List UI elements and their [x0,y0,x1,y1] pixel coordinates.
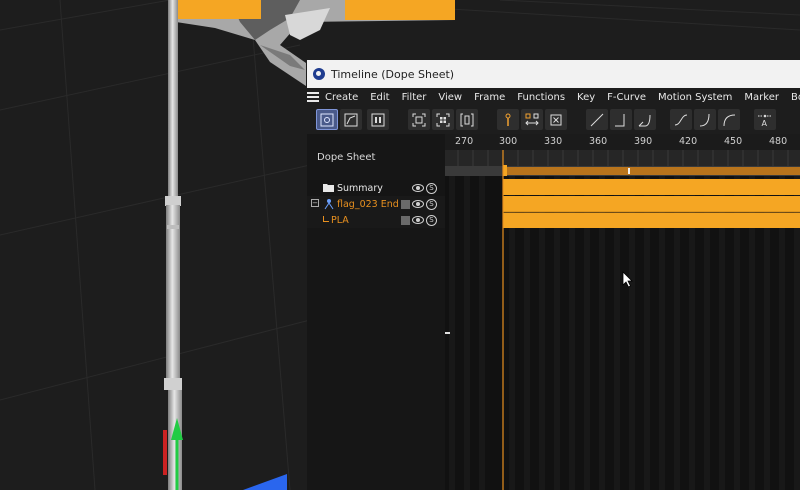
window-title: Timeline (Dope Sheet) [331,67,455,81]
joint-object-icon [324,199,334,210]
dope-sheet-tracks[interactable] [445,150,800,490]
eye-icon[interactable] [412,184,424,192]
spline-interpolation-button[interactable] [670,109,692,130]
key-insert-button[interactable] [497,109,519,130]
ruler-tick-label: 330 [544,136,563,147]
tree-row-object[interactable]: − flag_023 End S [307,196,445,212]
dope-sheet-mode-button[interactable] [316,109,338,130]
ruler-tick-label: 390 [634,136,653,147]
solo-icon[interactable]: S [426,214,437,226]
screen: Timeline (Dope Sheet) Create Edit Filter… [0,0,800,490]
row-controls: S [401,198,437,210]
motion-mode-button[interactable] [367,109,389,130]
collapse-toggle-icon[interactable]: − [311,199,319,207]
app-logo-icon [313,68,325,80]
step-interpolation-button[interactable] [610,109,632,130]
frame-ruler[interactable]: 270 300 330 360 390 420 450 480 [445,134,800,150]
spline-icon [674,114,688,125]
motion-mode-icon [371,113,385,126]
f-curve-mode-button[interactable] [340,109,362,130]
dope-sheet-panel: Dope Sheet Summary S − flag_023 End S PL… [307,134,445,490]
range-start-handle [503,165,507,177]
menu-edit[interactable]: Edit [364,92,395,103]
range-marker [628,168,630,174]
frame-selected-button[interactable] [432,109,454,130]
frame-all-button[interactable] [408,109,430,130]
step-icon [615,113,625,126]
key-delete-button[interactable] [545,109,567,130]
key-scale-button[interactable] [521,109,543,130]
menu-frame[interactable]: Frame [468,92,511,103]
ease-out-button[interactable] [694,109,716,130]
dope-sheet-mode-icon [320,113,334,126]
key-scale-icon [525,113,539,125]
ruler-tick-label: 360 [589,136,608,147]
menu-filter[interactable]: Filter [396,92,433,103]
menu-view[interactable]: View [432,92,468,103]
frame-preview-button[interactable] [456,109,478,130]
key-insert-icon [505,113,511,126]
tangent-text-icon: A [758,114,772,128]
tree-row-label: Summary [337,182,383,194]
mouse-cursor-icon [622,271,633,288]
solo-icon[interactable]: S [426,182,437,194]
tree-row-track[interactable]: PLA S [307,212,445,228]
key-delete-icon [550,114,562,125]
lock-checkbox[interactable] [401,215,410,225]
f-curve-mode-icon [344,113,358,126]
frame-all-icon [412,113,426,126]
linear-interpolation-button[interactable] [586,109,608,130]
row-controls: S [401,214,437,226]
solo-icon[interactable]: S [426,198,437,210]
menu-motion-system[interactable]: Motion System [652,92,738,103]
ruler-tick-label: 300 [499,136,518,147]
scroll-marker [445,332,450,334]
menu-bar: Create Edit Filter View Frame Functions … [307,88,800,106]
menu-key[interactable]: Key [571,92,601,103]
ruler-tick-label: 420 [679,136,698,147]
panel-title: Dope Sheet [317,152,376,163]
menu-bookmarks[interactable]: Bookmarks [785,92,800,103]
eye-icon[interactable] [412,216,424,224]
ruler-tick-label: 480 [769,136,788,147]
object-track [503,196,800,212]
frame-preview-icon [460,113,474,126]
tree-row-label: flag_023 End [337,198,399,210]
menu-marker[interactable]: Marker [738,92,785,103]
linear-icon [590,113,604,126]
tree-row-summary[interactable]: Summary S [307,180,445,196]
ease-in-button[interactable] [634,109,656,130]
ease-in-out-button[interactable] [718,109,740,130]
range-bar [503,167,800,175]
menu-create[interactable]: Create [319,92,364,103]
summary-track [503,179,800,195]
ease-out-icon [699,113,710,126]
ease-in-icon [638,114,651,126]
tree-row-label: PLA [331,214,349,226]
timeline-area[interactable]: 270 300 330 360 390 420 450 480 [445,134,800,490]
toolbar: A [307,106,800,134]
svg-text:A: A [762,119,768,128]
pla-track [503,213,800,228]
lock-checkbox[interactable] [401,199,410,209]
tangent-text-button[interactable]: A [754,109,776,130]
timeline-window: Timeline (Dope Sheet) Create Edit Filter… [307,60,800,490]
ease-in-out-icon [723,114,736,126]
ruler-tick-label: 450 [724,136,743,147]
window-titlebar[interactable]: Timeline (Dope Sheet) [307,60,800,88]
hamburger-menu-icon[interactable] [307,88,319,106]
tree-branch-icon [323,216,329,222]
ruler-tick-label: 270 [455,136,474,147]
menu-functions[interactable]: Functions [511,92,571,103]
row-controls: S [412,182,437,194]
eye-icon[interactable] [412,200,424,208]
folder-icon [323,184,334,192]
menu-f-curve[interactable]: F-Curve [601,92,652,103]
frame-selected-icon [436,113,450,126]
